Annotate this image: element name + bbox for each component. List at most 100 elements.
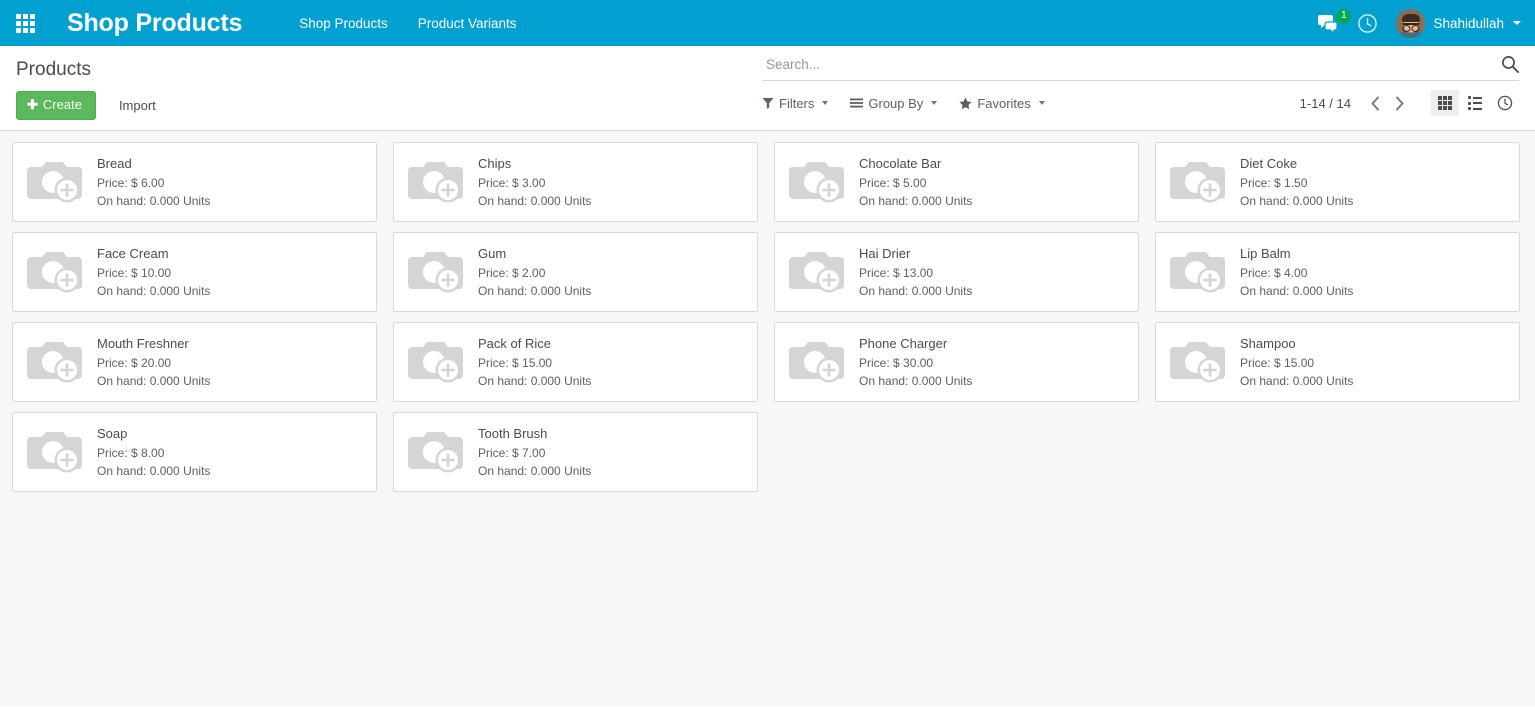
product-image[interactable] bbox=[1168, 242, 1232, 298]
search-bar bbox=[762, 54, 1519, 81]
chevron-left-icon bbox=[1371, 96, 1379, 110]
product-image[interactable] bbox=[406, 422, 470, 478]
image-placeholder-camera-icon bbox=[1170, 342, 1225, 383]
page-title: Products bbox=[16, 59, 91, 80]
grid-spacer bbox=[1155, 412, 1520, 492]
product-on-hand: On hand: 0.000 Units bbox=[478, 464, 592, 478]
control-panel-right: Filters Group By Favorit bbox=[762, 46, 1519, 116]
product-details: Hai Drier Price: $ 13.00 On hand: 0.000 Un… bbox=[859, 242, 972, 300]
product-image[interactable] bbox=[1168, 152, 1232, 208]
chevron-down-icon bbox=[1038, 101, 1045, 105]
product-card[interactable]: Tooth Brush Price: $ 7.00 On hand: 0.000 U… bbox=[393, 412, 758, 492]
product-on-hand: On hand: 0.000 Units bbox=[97, 464, 211, 478]
search-input[interactable] bbox=[762, 54, 1519, 75]
product-price: Price: $ 6.00 bbox=[97, 176, 165, 190]
product-card[interactable]: Face Cream Price: $ 10.00 On hand: 0.000 U… bbox=[12, 232, 377, 312]
menu-item-shop-products[interactable]: Shop Products bbox=[297, 12, 390, 35]
product-card[interactable]: Hai Drier Price: $ 13.00 On hand: 0.000 Un… bbox=[774, 232, 1139, 312]
product-image[interactable] bbox=[25, 152, 89, 208]
image-placeholder-camera-icon bbox=[1170, 252, 1225, 293]
product-card[interactable]: Soap Price: $ 8.00 On hand: 0.000 Units bbox=[12, 412, 377, 492]
product-details: Lip Balm Price: $ 4.00 On hand: 0.000 Unit… bbox=[1240, 242, 1353, 300]
product-card[interactable]: Chips Price: $ 3.00 On hand: 0.000 Units bbox=[393, 142, 758, 222]
image-placeholder-camera-icon bbox=[789, 162, 844, 203]
image-placeholder-camera-icon bbox=[408, 252, 463, 293]
pager-next-button[interactable] bbox=[1387, 91, 1411, 115]
product-card[interactable]: Shampoo Price: $ 15.00 On hand: 0.000 Unit… bbox=[1155, 322, 1520, 402]
product-name: Soap bbox=[97, 426, 128, 441]
product-image[interactable] bbox=[25, 422, 89, 478]
product-name: Gum bbox=[478, 246, 507, 261]
product-image[interactable] bbox=[1168, 332, 1232, 388]
product-price: Price: $ 8.00 bbox=[97, 446, 165, 460]
product-details: Face Cream Price: $ 10.00 On hand: 0.000 U… bbox=[97, 242, 210, 300]
view-button-kanban[interactable] bbox=[1431, 90, 1459, 116]
product-price: Price: $ 15.00 bbox=[478, 356, 553, 370]
action-buttons: ✚ Create Import bbox=[16, 91, 762, 120]
chevron-right-icon bbox=[1395, 96, 1403, 110]
filters-label: Filters bbox=[779, 95, 815, 111]
user-menu-button[interactable]: Shahidullah bbox=[1396, 8, 1521, 38]
kanban-view: Bread Price: $ 6.00 On hand: 0.000 Units C… bbox=[0, 131, 1535, 706]
product-name: Mouth Freshner bbox=[97, 336, 189, 351]
product-price: Price: $ 13.00 bbox=[859, 266, 934, 280]
create-button-label: Create bbox=[42, 97, 82, 112]
product-name: Chips bbox=[478, 156, 512, 171]
product-details: Diet Coke Price: $ 1.50 On hand: 0.000 Uni… bbox=[1240, 152, 1353, 210]
product-card[interactable]: Lip Balm Price: $ 4.00 On hand: 0.000 Unit… bbox=[1155, 232, 1520, 312]
product-on-hand: On hand: 0.000 Units bbox=[97, 194, 211, 208]
menu-item-product-variants[interactable]: Product Variants bbox=[416, 12, 519, 35]
navbar-right-group: 1 Shahidullah bbox=[1318, 7, 1521, 38]
product-image[interactable] bbox=[406, 242, 470, 298]
activity-menu-button[interactable] bbox=[1357, 13, 1378, 34]
chevron-down-icon bbox=[1513, 21, 1521, 25]
group-by-dropdown[interactable]: Group By bbox=[850, 95, 938, 111]
product-name: Tooth Brush bbox=[478, 426, 548, 441]
product-card[interactable]: Phone Charger Price: $ 30.00 On hand: 0.00… bbox=[774, 322, 1139, 402]
product-card[interactable]: Chocolate Bar Price: $ 5.00 On hand: 0.000… bbox=[774, 142, 1139, 222]
product-image[interactable] bbox=[25, 242, 89, 298]
product-name: Diet Coke bbox=[1240, 156, 1298, 171]
product-card[interactable]: Pack of Rice Price: $ 15.00 On hand: 0.000… bbox=[393, 322, 758, 402]
product-card[interactable]: Mouth Freshner Price: $ 20.00 On hand: 0.0… bbox=[12, 322, 377, 402]
import-button[interactable]: Import bbox=[115, 93, 160, 118]
favorites-dropdown[interactable]: Favorites bbox=[959, 95, 1045, 111]
product-details: Shampoo Price: $ 15.00 On hand: 0.000 Unit… bbox=[1240, 332, 1353, 390]
image-placeholder-camera-icon bbox=[408, 432, 463, 473]
product-image[interactable] bbox=[787, 332, 851, 388]
pager-previous-button[interactable] bbox=[1363, 91, 1387, 115]
view-button-activity[interactable] bbox=[1491, 90, 1519, 116]
favorites-label: Favorites bbox=[977, 95, 1031, 111]
product-image[interactable] bbox=[406, 152, 470, 208]
product-name: Face Cream bbox=[97, 246, 169, 261]
product-price: Price: $ 20.00 bbox=[97, 356, 172, 370]
product-card[interactable]: Diet Coke Price: $ 1.50 On hand: 0.000 Uni… bbox=[1155, 142, 1520, 222]
product-card[interactable]: Gum Price: $ 2.00 On hand: 0.000 Units bbox=[393, 232, 758, 312]
messages-button[interactable]: 1 bbox=[1318, 7, 1353, 33]
username-label: Shahidullah bbox=[1433, 15, 1504, 31]
product-image[interactable] bbox=[787, 152, 851, 208]
product-price: Price: $ 5.00 bbox=[859, 176, 927, 190]
product-image[interactable] bbox=[406, 332, 470, 388]
kanban-record-grid: Bread Price: $ 6.00 On hand: 0.000 Units C… bbox=[12, 142, 1523, 492]
plus-icon: ✚ bbox=[27, 97, 38, 112]
create-button[interactable]: ✚ Create bbox=[16, 91, 96, 120]
product-image[interactable] bbox=[25, 332, 89, 388]
product-price: Price: $ 3.00 bbox=[478, 176, 546, 190]
apps-menu-button[interactable] bbox=[8, 8, 42, 38]
apps-grid-icon bbox=[15, 13, 35, 33]
image-placeholder-camera-icon bbox=[789, 342, 844, 383]
view-button-list[interactable] bbox=[1461, 90, 1489, 116]
filters-dropdown[interactable]: Filters bbox=[762, 95, 829, 111]
avatar bbox=[1396, 8, 1426, 38]
image-placeholder-camera-icon bbox=[1170, 162, 1225, 203]
list-icon bbox=[1467, 96, 1483, 110]
search-icon[interactable] bbox=[1501, 55, 1519, 78]
kanban-row: Bread Price: $ 6.00 On hand: 0.000 Units C… bbox=[12, 142, 1523, 222]
group-by-label: Group By bbox=[868, 95, 924, 111]
image-placeholder-camera-icon bbox=[408, 162, 463, 203]
product-image[interactable] bbox=[787, 242, 851, 298]
product-on-hand: On hand: 0.000 Units bbox=[859, 284, 973, 298]
image-placeholder-camera-icon bbox=[27, 432, 82, 473]
product-card[interactable]: Bread Price: $ 6.00 On hand: 0.000 Units bbox=[12, 142, 377, 222]
